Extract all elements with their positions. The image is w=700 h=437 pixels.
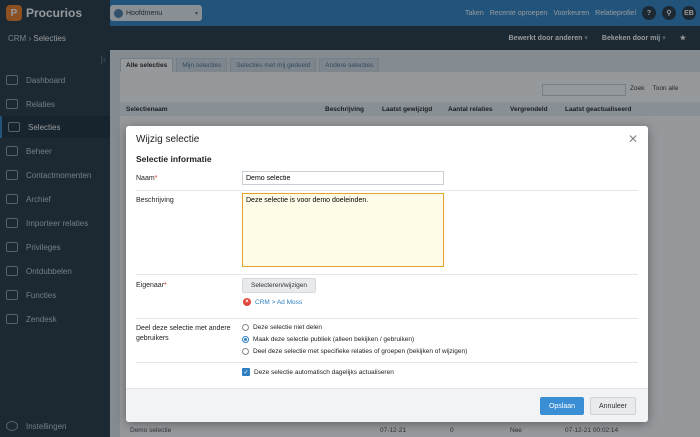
name-field[interactable]: [242, 171, 444, 185]
description-label: Beschrijving: [136, 197, 174, 204]
name-label: Naam*: [136, 174, 157, 184]
checkbox-checked[interactable]: ✓: [242, 368, 250, 376]
share-option-label: Deel deze selectie met specifieke relati…: [253, 348, 468, 355]
divider: [136, 274, 638, 275]
divider: [136, 190, 638, 191]
description-field[interactable]: Deze selectie is voor demo doeleinden.: [242, 193, 444, 267]
name-label-text: Naam: [136, 175, 155, 182]
share-option-none[interactable]: Deze selectie niet delen: [242, 324, 322, 331]
dialog-title: Wijzig selectie: [136, 134, 200, 145]
divider: [136, 362, 638, 363]
required-marker: *: [154, 175, 158, 182]
cancel-button[interactable]: Annuleer: [590, 397, 636, 415]
divider: [136, 318, 638, 319]
owner-value: × CRM > Ad Moss: [243, 298, 302, 306]
edit-selection-dialog: Wijzig selectie ✕ Selectie informatie Na…: [126, 126, 648, 422]
share-option-public[interactable]: Maak deze selectie publiek (alleen bekij…: [242, 336, 414, 343]
radio-button[interactable]: [242, 324, 249, 331]
share-option-label: Maak deze selectie publiek (alleen bekij…: [253, 336, 415, 343]
remove-owner-icon[interactable]: ×: [243, 298, 251, 306]
auto-update-label: Deze selectie automatisch dagelijks actu…: [254, 368, 394, 376]
required-marker: *: [164, 282, 167, 289]
owner-label: Eigenaar*: [136, 281, 167, 291]
owner-label-text: Eigenaar: [136, 282, 165, 289]
select-owner-button[interactable]: Selecteren/wijzigen: [242, 278, 316, 293]
share-label: Deel deze selectie met andere gebruikers: [136, 325, 231, 342]
radio-button-selected[interactable]: [242, 336, 249, 343]
dialog-footer: Opslaan Annuleer: [126, 388, 648, 422]
section-title: Selectie informatie: [136, 154, 212, 164]
auto-update-option[interactable]: ✓ Deze selectie automatisch dagelijks act…: [242, 368, 394, 376]
share-option-label: Deze selectie niet delen: [253, 324, 323, 331]
owner-link[interactable]: CRM > Ad Moss: [255, 299, 302, 306]
save-button[interactable]: Opslaan: [540, 397, 584, 415]
close-icon[interactable]: ✕: [628, 132, 638, 146]
radio-button[interactable]: [242, 348, 249, 355]
share-option-specific[interactable]: Deel deze selectie met specifieke relati…: [242, 348, 467, 355]
